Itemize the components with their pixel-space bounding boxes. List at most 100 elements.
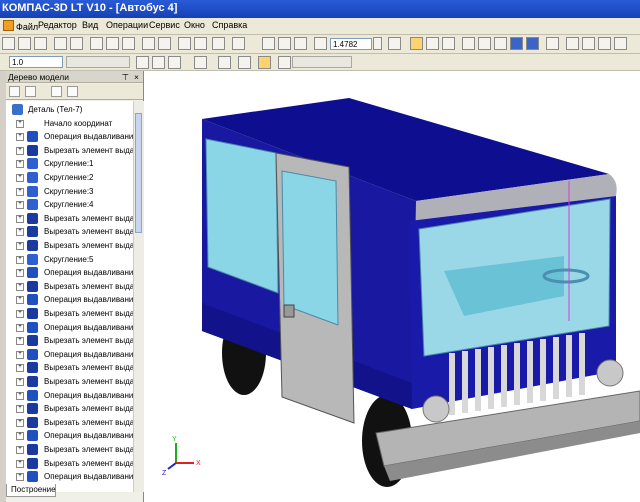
expand-icon[interactable]: +: [16, 310, 24, 318]
tree-item[interactable]: + Операция выдавливания: [6, 348, 133, 361]
expand-icon[interactable]: +: [16, 323, 24, 332]
cursor-icon[interactable]: [218, 56, 231, 69]
tree-item[interactable]: Деталь (Тел-7): [6, 103, 133, 116]
expand-icon[interactable]: +: [16, 350, 24, 359]
properties-icon[interactable]: [158, 37, 171, 50]
help-pointer-icon[interactable]: [232, 37, 245, 50]
tree-item[interactable]: + Операция выдавливания: [6, 389, 133, 402]
expand-icon[interactable]: +: [16, 160, 24, 169]
tree-item[interactable]: + Вырезать элемент выдавливания: [6, 375, 133, 388]
tree-item[interactable]: + Вырезать элемент выдавливания: [6, 402, 133, 415]
close-icon[interactable]: ×: [134, 71, 139, 83]
snap-icon[interactable]: [194, 56, 207, 69]
tree-view-icon[interactable]: [25, 86, 36, 97]
pan-icon[interactable]: [410, 37, 423, 50]
chevron-down-icon[interactable]: [373, 37, 382, 50]
zoom-input[interactable]: 1.4782: [330, 38, 372, 50]
tree-toggle-icon[interactable]: [566, 37, 579, 50]
cut-tool-icon[interactable]: [90, 37, 103, 50]
tree-item[interactable]: + Операция выдавливания: [6, 429, 133, 442]
expand-icon[interactable]: +: [16, 201, 24, 210]
hidden-lines-icon[interactable]: [478, 37, 491, 50]
fx-icon[interactable]: [212, 37, 225, 50]
scroll-thumb[interactable]: [135, 113, 142, 233]
tree-item[interactable]: + Вырезать элемент выдавливания: [6, 457, 133, 470]
expand-icon[interactable]: +: [16, 174, 24, 182]
redo-icon[interactable]: [194, 37, 207, 50]
expand-icon[interactable]: +: [16, 446, 24, 454]
expand-icon[interactable]: +: [16, 459, 24, 468]
print-icon[interactable]: [54, 37, 67, 50]
view-dropdown[interactable]: [292, 56, 352, 68]
local-cs-icon[interactable]: [136, 56, 149, 69]
expand-icon[interactable]: +: [16, 364, 24, 373]
expand-icon[interactable]: +: [16, 391, 24, 400]
expand-icon[interactable]: +: [16, 119, 24, 128]
tree-item[interactable]: + Вырезать элемент выдавливания: [6, 144, 133, 157]
expand-icon[interactable]: +: [16, 282, 24, 291]
tree-properties-icon[interactable]: [51, 86, 62, 97]
model-viewport[interactable]: Y X Z: [144, 71, 640, 502]
menu-operations[interactable]: Операции: [106, 20, 148, 30]
grid-icon[interactable]: [152, 56, 165, 69]
ortho-mode-icon[interactable]: [238, 56, 251, 69]
expand-icon[interactable]: +: [16, 405, 24, 414]
expand-icon[interactable]: +: [16, 269, 24, 278]
expand-icon[interactable]: +: [16, 146, 24, 155]
expand-icon[interactable]: +: [16, 432, 24, 441]
expand-icon[interactable]: +: [16, 187, 24, 196]
menu-edit[interactable]: Редактор: [38, 20, 77, 30]
tree-item[interactable]: + Скругление:3: [6, 185, 133, 198]
variables-icon[interactable]: [598, 37, 611, 50]
tree-item[interactable]: + Скругление:1: [6, 157, 133, 170]
view-param-icon[interactable]: [278, 56, 291, 69]
menu-service[interactable]: Сервис: [149, 20, 180, 30]
pin-icon[interactable]: ⊤: [122, 71, 129, 83]
tree-item[interactable]: + Скругление:4: [6, 198, 133, 211]
bindings-icon[interactable]: [258, 56, 271, 69]
menu-help[interactable]: Справка: [212, 20, 247, 30]
orientation-icon[interactable]: [388, 37, 401, 50]
tree-scrollbar[interactable]: [133, 101, 144, 492]
rotate-icon[interactable]: [442, 37, 455, 50]
tree-item[interactable]: + Операция выдавливания: [6, 321, 133, 334]
save-icon[interactable]: [34, 37, 47, 50]
expand-icon[interactable]: +: [16, 214, 24, 223]
menu-window[interactable]: Окно: [184, 20, 205, 30]
zoom-scale-icon[interactable]: [314, 37, 327, 50]
scale-input[interactable]: 1.0: [9, 56, 63, 68]
tree-item[interactable]: + Вырезать элемент выдавливания: [6, 334, 133, 347]
expand-icon[interactable]: +: [16, 418, 24, 427]
show-all-icon[interactable]: [426, 37, 439, 50]
tree-item[interactable]: + Вырезать элемент выдавливания: [6, 212, 133, 225]
image-icon[interactable]: [614, 37, 627, 50]
tree-item[interactable]: + Вырезать элемент выдавливания: [6, 225, 133, 238]
tree-item[interactable]: + Вырезать элемент выдавливания: [6, 280, 133, 293]
tree-item[interactable]: + Начало координат: [6, 117, 133, 130]
tree-item[interactable]: + Операция выдавливания: [6, 266, 133, 279]
tree-item[interactable]: + Вырезать элемент выдавливания: [6, 416, 133, 429]
expand-icon[interactable]: +: [16, 133, 24, 142]
tree-item[interactable]: + Скругление:2: [6, 171, 133, 184]
zoom-window-icon[interactable]: [262, 37, 275, 50]
tree-item[interactable]: + Операция выдавливания: [6, 130, 133, 143]
menu-file[interactable]: Файл: [3, 20, 38, 32]
tree-options-icon[interactable]: [67, 86, 78, 97]
tree-item[interactable]: + Вырезать элемент выдавливания: [6, 239, 133, 252]
expand-icon[interactable]: +: [16, 473, 24, 482]
layer-dropdown[interactable]: [66, 56, 130, 68]
bus-model[interactable]: Y X Z: [144, 71, 640, 502]
open-icon[interactable]: [18, 37, 31, 50]
expand-icon[interactable]: +: [16, 255, 24, 264]
thin-lines-icon[interactable]: [494, 37, 507, 50]
library-icon[interactable]: [582, 37, 595, 50]
menu-view[interactable]: Вид: [82, 20, 98, 30]
zoom-in-icon[interactable]: [278, 37, 291, 50]
expand-icon[interactable]: +: [16, 337, 24, 346]
preview-icon[interactable]: [70, 37, 83, 50]
new-icon[interactable]: [2, 37, 15, 50]
paste-icon[interactable]: [122, 37, 135, 50]
ortho-icon[interactable]: [168, 56, 181, 69]
halftone-icon[interactable]: [510, 37, 523, 50]
format-icon[interactable]: [142, 37, 155, 50]
